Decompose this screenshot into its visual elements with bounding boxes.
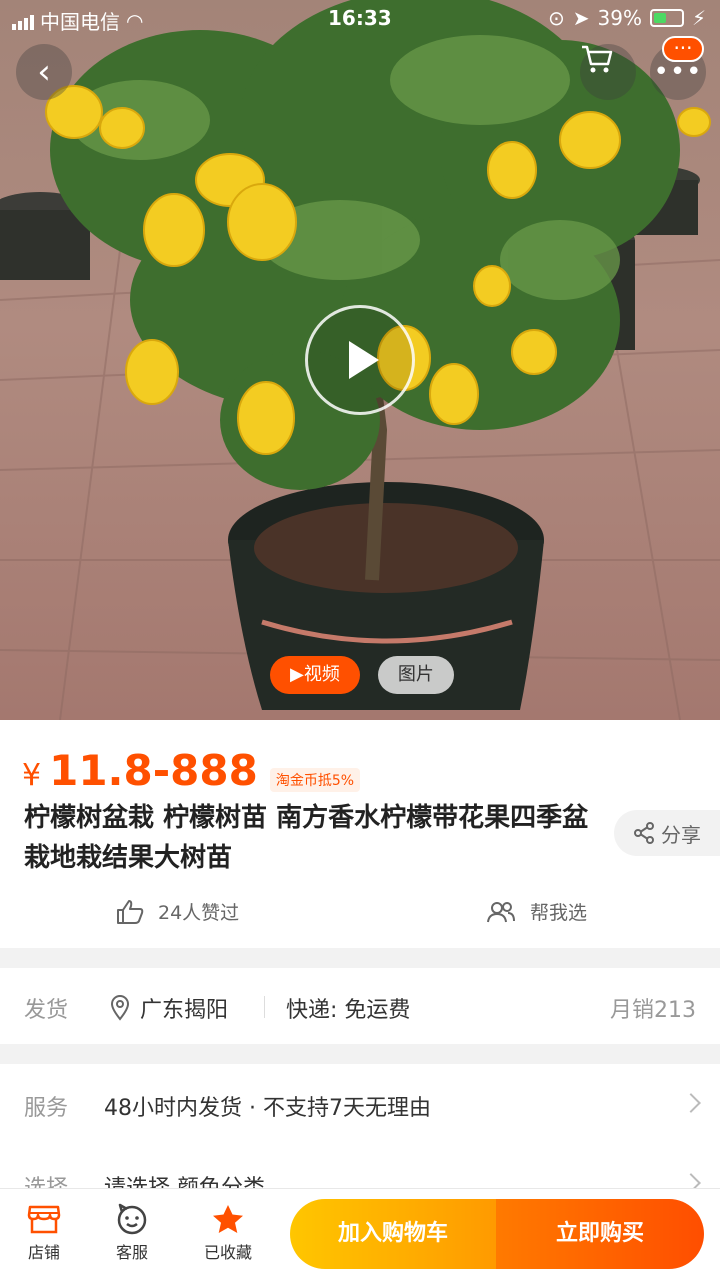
currency-symbol: ¥ [22,758,42,793]
service-label: 服务 [24,1096,69,1121]
battery-percent: 39% [597,6,642,30]
wifi-icon: ◠ [126,8,144,33]
more-badge: ··· [662,36,704,62]
play-icon [349,341,379,379]
divider [264,996,265,1018]
carrier-name: 中国电信 [40,10,120,34]
customer-service-label: 客服 [115,1243,148,1262]
chevron-right-icon [681,1093,701,1113]
shipping-row: 发货 广东揭阳 快递: 免运费 月销213 [0,968,720,1044]
cart-button[interactable] [580,44,636,100]
coin-discount-badge: 淘金币抵5% [269,768,361,792]
clock: 16:33 [328,6,392,30]
shopping-cart-icon [582,45,613,73]
service-section[interactable]: 服务 48小时内发货 · 不支持7天无理由 选择 请选择 颜色分类 [0,1064,720,1204]
like-button[interactable]: 24人赞过 [116,898,239,925]
tab-images[interactable]: 图片 [377,656,454,694]
add-to-cart-button[interactable]: 加入购物车 [290,1199,496,1269]
store-icon [27,1205,61,1234]
likes-count: 24人赞过 [158,902,240,924]
buy-now-button[interactable]: 立即购买 [496,1199,704,1269]
lock-rotation-icon: ⊙ [547,6,565,30]
location-pin-icon [110,995,130,1021]
product-detail-page: 中国电信 ◠ 16:33 ⊙ ➤ 39% ⚡ ‹ ••• ··· ▶视频 图片 … [0,0,720,1280]
customer-service-icon [117,1203,147,1235]
back-button[interactable]: ‹ [16,44,72,100]
people-icon [487,901,515,922]
charging-icon: ⚡ [691,6,706,30]
price: ¥ 11.8-888 淘金币抵5% [22,746,361,795]
thumbs-up-icon [117,899,144,924]
favorite-tab[interactable]: 已收藏 [188,1199,268,1263]
battery-icon [649,9,684,27]
ship-from-location: 广东揭阳 [110,992,228,1024]
location-arrow-icon: ➤ [572,6,590,30]
help-me-choose-button[interactable]: 帮我选 [486,898,587,925]
help-me-choose-label: 帮我选 [530,902,588,924]
service-value: 48小时内发货 · 不支持7天无理由 [104,1096,431,1121]
price-range: 11.8-888 [49,746,258,795]
location-text: 广东揭阳 [140,998,229,1023]
chevron-left-icon: ‹ [37,52,51,92]
share-icon [634,822,654,844]
tab-video[interactable]: ▶视频 [270,656,360,694]
purchase-buttons: 加入购物车 立即购买 [290,1199,704,1269]
store-tab[interactable]: 店铺 [4,1199,84,1263]
express-fee: 快递: 免运费 [286,998,411,1023]
product-title: 柠檬树盆栽 柠檬树苗 南方香水柠檬带花果四季盆栽地栽结果大树苗 [24,803,589,873]
monthly-sales: 月销213 [610,998,696,1023]
status-bar: 中国电信 ◠ 16:33 ⊙ ➤ 39% ⚡ [0,0,720,40]
shipping-label: 发货 [24,998,69,1023]
product-image[interactable]: 中国电信 ◠ 16:33 ⊙ ➤ 39% ⚡ ‹ ••• ··· ▶视频 图片 [0,0,720,720]
bottom-action-bar: 店铺 客服 已收藏 加入购物车 立即购买 [0,1188,720,1280]
signal-icon [12,12,34,30]
play-video-button[interactable] [305,305,415,415]
share-label: 分享 [661,822,701,847]
engagement-row: 24人赞过 帮我选 [0,896,720,936]
store-label: 店铺 [27,1243,60,1262]
media-tabs: ▶视频 图片 [270,656,454,694]
favorite-label: 已收藏 [203,1243,252,1262]
customer-service-tab[interactable]: 客服 [92,1199,172,1263]
product-info-card: ¥ 11.8-888 淘金币抵5% 柠檬树盆栽 柠檬树苗 南方香水柠檬带花果四季… [0,720,720,948]
share-button[interactable]: 分享 [614,810,720,856]
star-icon [213,1205,243,1233]
